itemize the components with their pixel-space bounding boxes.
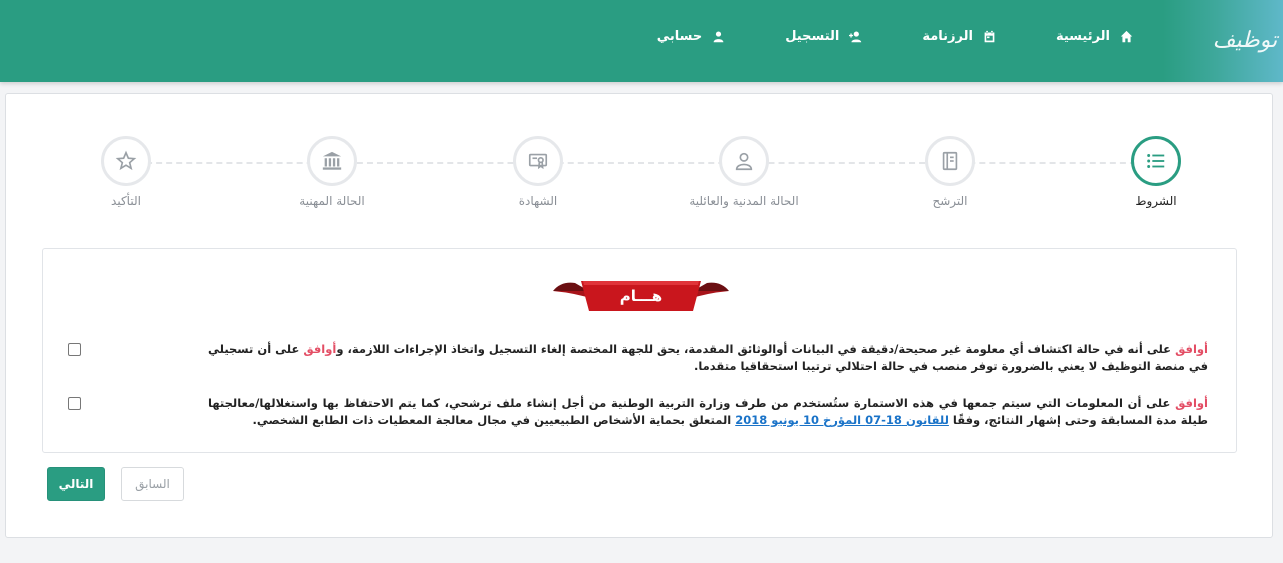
bank-icon xyxy=(322,151,342,170)
step-conditions[interactable]: الشروط xyxy=(1096,136,1216,208)
term-2-checkbox[interactable] xyxy=(68,397,81,410)
term-1-body-part1: على أنه في حالة اكتشاف أي معلومة غير صحي… xyxy=(336,342,1176,356)
step-certificate-circle xyxy=(513,136,563,186)
step-professional-status-circle xyxy=(307,136,357,186)
step-civil-status-circle xyxy=(719,136,769,186)
step-civil-status[interactable]: الحالة المدنية والعائلية xyxy=(684,136,804,208)
certificate-icon xyxy=(528,153,548,170)
nav-account[interactable]: حسابي xyxy=(657,24,726,48)
registration-card: الشروط الترشح الحالة المدنية والعائلية ا… xyxy=(5,93,1273,538)
term-2-body-part2: المتعلق بحماية الأشخاص الطبيعيين في مجال… xyxy=(252,413,736,427)
site-logo[interactable]: توظيف xyxy=(1213,12,1277,68)
step-professional-status-label: الحالة المهنية xyxy=(299,194,365,208)
nav-calendar[interactable]: الرزنامة xyxy=(922,24,996,48)
logo-text: توظيف xyxy=(1212,27,1278,53)
person-icon xyxy=(735,152,753,171)
main-nav: الرئيسية الرزنامة التسجيل حسابي xyxy=(597,24,1133,48)
step-professional-status[interactable]: الحالة المهنية xyxy=(272,136,392,208)
step-confirmation-label: التأكيد xyxy=(111,194,141,208)
step-confirmation-circle xyxy=(101,136,151,186)
term-1-agree-word-2: أوافق xyxy=(303,342,337,356)
step-candidacy-label: الترشح xyxy=(932,194,968,208)
term-1-checkbox[interactable] xyxy=(68,343,81,356)
nav-home-label: الرئيسية xyxy=(1055,28,1110,44)
step-candidacy-circle xyxy=(925,136,975,186)
user-plus-icon xyxy=(849,30,862,42)
step-certificate[interactable]: الشهادة xyxy=(478,136,598,208)
term-2-agree-word: أوافق xyxy=(1175,396,1208,410)
previous-button[interactable]: السابق xyxy=(121,467,184,501)
nav-home[interactable]: الرئيسية xyxy=(1056,24,1133,48)
term-2-text: أوافق على أن المعلومات التي سيتم جمعها ف… xyxy=(208,395,1208,429)
term-1-agree-word: أوافق xyxy=(1175,342,1208,356)
step-candidacy[interactable]: الترشح xyxy=(890,136,1010,208)
term-item-1: أوافق على أنه في حالة اكتشاف أي معلومة غ… xyxy=(68,341,1208,375)
step-civil-status-label: الحالة المدنية والعائلية xyxy=(689,194,799,208)
term-1-text: أوافق على أنه في حالة اكتشاف أي معلومة غ… xyxy=(208,341,1208,375)
nav-register[interactable]: التسجيل xyxy=(785,24,862,48)
progress-stepper: الشروط الترشح الحالة المدنية والعائلية ا… xyxy=(66,136,1216,216)
home-icon xyxy=(1120,30,1133,42)
nav-register-label: التسجيل xyxy=(785,28,840,44)
step-conditions-circle xyxy=(1131,136,1181,186)
step-conditions-label: الشروط xyxy=(1135,194,1177,208)
step-certificate-label: الشهادة xyxy=(518,194,558,208)
important-banner-text: هـــام xyxy=(619,287,663,305)
important-ribbon: هـــام xyxy=(553,279,729,313)
nav-account-label: حسابي xyxy=(656,28,703,44)
top-navbar: توظيف الرئيسية الرزنامة التسجيل حسابي xyxy=(0,0,1283,82)
user-icon xyxy=(713,30,724,42)
step-confirmation[interactable]: التأكيد xyxy=(66,136,186,208)
nav-calendar-label: الرزنامة xyxy=(922,28,973,44)
calendar-icon xyxy=(984,30,995,42)
list-icon xyxy=(1147,154,1165,168)
term-item-2: أوافق على أن المعلومات التي سيتم جمعها ف… xyxy=(68,395,1208,429)
next-button[interactable]: التالي xyxy=(47,467,105,501)
notebook-icon xyxy=(942,151,958,171)
law-18-07-link[interactable]: للقانون 18-07 المؤرخ 10 يونيو 2018 xyxy=(735,413,949,427)
terms-box: هـــام أوافق على أنه في حالة اكتشاف أي م… xyxy=(42,248,1237,453)
star-icon xyxy=(115,150,137,171)
